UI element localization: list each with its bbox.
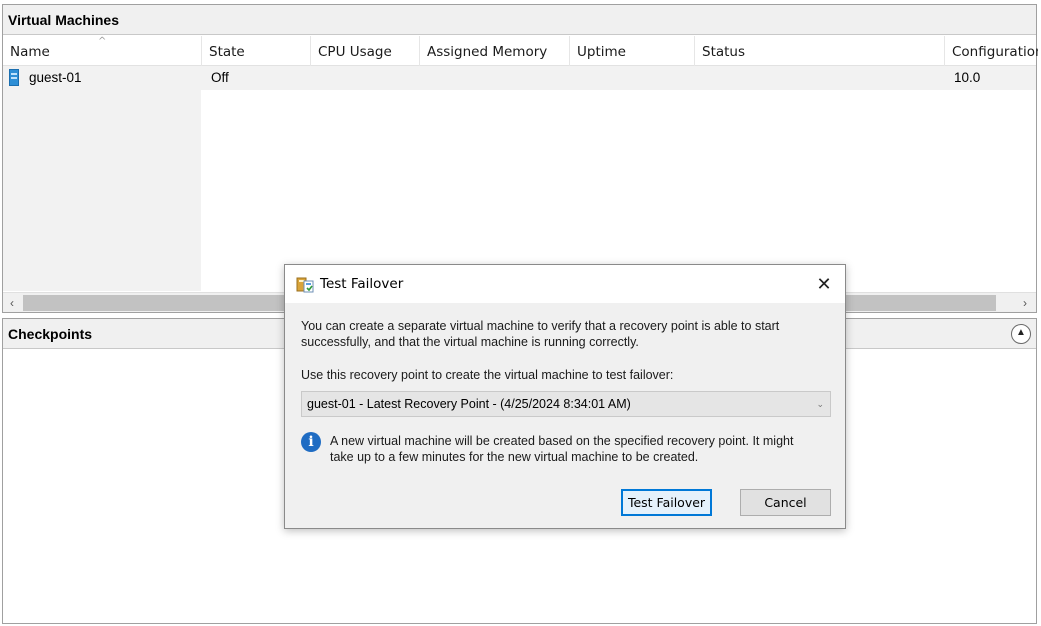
column-header-name-label: Name — [10, 44, 50, 60]
test-failover-dialog: Test Failover ✕ You can create a separat… — [284, 264, 846, 529]
name-column-background — [3, 90, 201, 291]
column-header-state[interactable]: State — [202, 36, 311, 66]
vm-icon — [9, 69, 19, 86]
dialog-titlebar[interactable]: Test Failover ✕ — [285, 265, 845, 303]
table-row[interactable]: guest-01 Off 10.0 — [3, 66, 1036, 90]
recovery-point-dropdown[interactable]: guest-01 - Latest Recovery Point - (4/25… — [301, 391, 831, 417]
dialog-intro-line-2: successfully, and that the virtual machi… — [301, 335, 639, 349]
vm-state-cell: Off — [211, 70, 229, 85]
column-header-assigned-memory[interactable]: Assigned Memory — [420, 36, 570, 66]
column-header-uptime[interactable]: Uptime — [570, 36, 695, 66]
scroll-right-icon[interactable]: › — [1016, 293, 1034, 313]
vm-memory-cell — [423, 66, 429, 90]
column-header-configuration[interactable]: Configuration — [945, 36, 1038, 66]
chevron-down-icon: ⌄ — [816, 399, 824, 409]
recovery-point-selected-value: guest-01 - Latest Recovery Point - (4/25… — [307, 397, 631, 411]
dialog-intro-line-1: You can create a separate virtual machin… — [301, 319, 780, 333]
close-icon[interactable]: ✕ — [807, 269, 841, 299]
column-header-cpu-usage[interactable]: CPU Usage — [311, 36, 420, 66]
test-failover-button[interactable]: Test Failover — [621, 489, 712, 516]
column-header-status[interactable]: Status — [695, 36, 945, 66]
column-header-row: Name ^ State CPU Usage Assigned Memory U… — [3, 36, 1038, 66]
dialog-title: Test Failover — [320, 276, 404, 292]
vm-uptime-cell — [573, 66, 579, 90]
scroll-left-icon[interactable]: ‹ — [3, 293, 21, 313]
failover-app-icon — [296, 277, 314, 293]
vm-status-cell — [698, 66, 704, 90]
vm-configuration-cell: 10.0 — [954, 70, 981, 85]
vm-cpu-cell — [314, 66, 320, 90]
sort-ascending-icon: ^ — [98, 36, 107, 47]
info-message-line-2: take up to a few minutes for the new vir… — [330, 450, 699, 464]
recovery-point-label: Use this recovery point to create the vi… — [301, 368, 674, 382]
cancel-button[interactable]: Cancel — [740, 489, 831, 516]
vm-name-cell: guest-01 — [29, 70, 82, 85]
collapse-up-icon[interactable]: ▲ — [1011, 324, 1031, 344]
info-icon: i — [301, 432, 321, 452]
column-header-name[interactable]: Name ^ — [3, 36, 202, 66]
info-message-line-1: A new virtual machine will be created ba… — [330, 434, 794, 448]
virtual-machines-header: Virtual Machines — [3, 5, 1036, 35]
